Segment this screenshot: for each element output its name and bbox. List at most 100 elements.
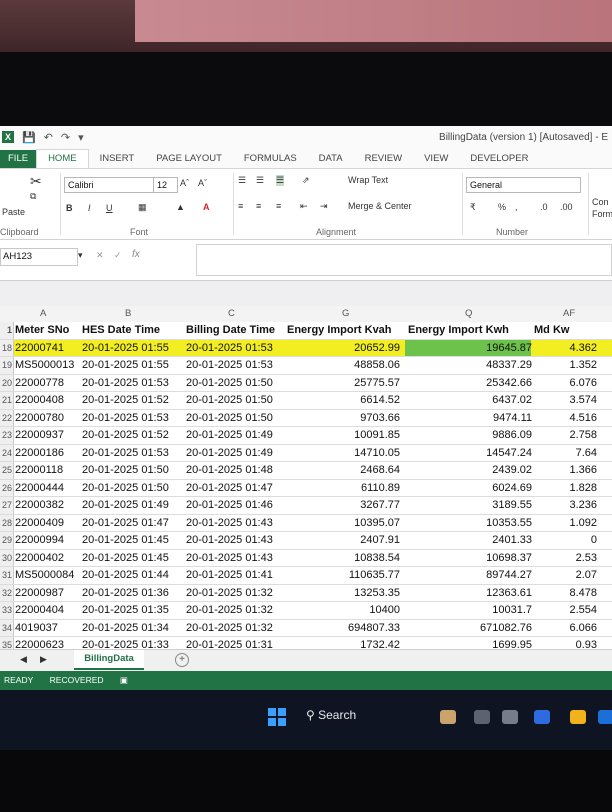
cell-md-kw[interactable]: 4.516 bbox=[569, 410, 597, 427]
cell-billing-date-time[interactable]: 20-01-2025 01:43 bbox=[186, 550, 273, 567]
tab-home[interactable]: HOME bbox=[36, 149, 89, 168]
row-number[interactable]: 22 bbox=[0, 409, 14, 426]
row-number[interactable]: 33 bbox=[0, 602, 14, 619]
paste-button[interactable]: Paste bbox=[2, 207, 25, 217]
comma-style-icon[interactable]: , bbox=[515, 202, 518, 212]
cell-energy-import-kvah[interactable]: 110635.77 bbox=[349, 567, 400, 584]
tab-file[interactable]: FILE bbox=[0, 150, 37, 168]
cell-billing-date-time[interactable]: 20-01-2025 01:50 bbox=[186, 392, 273, 409]
cell-energy-import-kvah[interactable]: 48858.06 bbox=[354, 357, 400, 374]
cell-meter-sno[interactable]: 22000444 bbox=[15, 480, 64, 497]
align-bottom-icon[interactable]: ☰ bbox=[276, 175, 285, 186]
cell-hes-date-time[interactable]: 20-01-2025 01:52 bbox=[82, 392, 169, 409]
cell-energy-import-kwh[interactable]: 9474.11 bbox=[493, 410, 532, 427]
cell-meter-sno[interactable]: 22000382 bbox=[15, 497, 64, 514]
tab-page-layout[interactable]: PAGE LAYOUT bbox=[145, 150, 233, 168]
redo-icon[interactable]: ↷ bbox=[61, 131, 70, 144]
cell-billing-date-time[interactable]: 20-01-2025 01:49 bbox=[186, 445, 273, 462]
insert-function-icon[interactable]: fx bbox=[132, 249, 140, 260]
fill-color-icon[interactable]: ▲ bbox=[176, 202, 185, 212]
cancel-icon[interactable]: ✕ bbox=[96, 250, 104, 261]
column-header-af[interactable]: AF bbox=[563, 308, 575, 319]
cell-energy-import-kwh[interactable]: 25342.66 bbox=[486, 375, 532, 392]
cell-energy-import-kvah[interactable]: 6110.89 bbox=[361, 480, 400, 497]
cell-billing-date-time[interactable]: 20-01-2025 01:43 bbox=[186, 532, 273, 549]
decrease-indent-icon[interactable]: ⇤ bbox=[300, 201, 308, 212]
cut-icon[interactable]: ✂ bbox=[30, 173, 42, 190]
cell-billing-date-time[interactable]: 20-01-2025 01:32 bbox=[186, 585, 273, 602]
cell-energy-import-kvah[interactable]: 9703.66 bbox=[360, 410, 400, 427]
cell-energy-import-kvah[interactable]: 10838.54 bbox=[354, 550, 400, 567]
cell-energy-import-kwh[interactable]: 2439.02 bbox=[492, 462, 532, 479]
add-sheet-icon[interactable]: + bbox=[175, 653, 189, 667]
tab-insert[interactable]: INSERT bbox=[89, 150, 146, 168]
header-energy-import-kvah[interactable]: Energy Import Kvah bbox=[287, 322, 392, 339]
row-number[interactable]: 32 bbox=[0, 584, 14, 601]
row-number[interactable]: 34 bbox=[0, 619, 14, 636]
underline-button[interactable]: U bbox=[106, 203, 113, 213]
cell-billing-date-time[interactable]: 20-01-2025 01:46 bbox=[186, 497, 273, 514]
italic-button[interactable]: I bbox=[88, 203, 91, 213]
header-meter-sno[interactable]: Meter SNo bbox=[15, 322, 69, 339]
edge-icon[interactable] bbox=[598, 710, 612, 724]
cell-energy-import-kwh[interactable]: 89744.27 bbox=[486, 567, 532, 584]
increase-decimal-icon[interactable]: .0 bbox=[540, 202, 548, 212]
cell-md-kw[interactable]: 8.478 bbox=[569, 585, 597, 602]
cell-energy-import-kvah[interactable]: 14710.05 bbox=[354, 445, 400, 462]
column-header-a[interactable]: A bbox=[40, 308, 46, 319]
shrink-font-icon[interactable]: Aˇ bbox=[198, 178, 207, 188]
cell-energy-import-kwh[interactable]: 2401.33 bbox=[492, 532, 532, 549]
macro-recording-icon[interactable]: ▣ bbox=[120, 675, 128, 685]
row-number[interactable]: 24 bbox=[0, 444, 14, 461]
cell-energy-import-kwh[interactable]: 19645.87 bbox=[486, 340, 532, 357]
cell-hes-date-time[interactable]: 20-01-2025 01:47 bbox=[82, 515, 169, 532]
cell-hes-date-time[interactable]: 20-01-2025 01:53 bbox=[82, 375, 169, 392]
scroll-sheets-right-icon[interactable]: ▶ bbox=[40, 654, 47, 665]
cell-energy-import-kwh[interactable]: 6024.69 bbox=[492, 480, 532, 497]
cell-md-kw[interactable]: 2.53 bbox=[576, 550, 597, 567]
cell-md-kw[interactable]: 1.828 bbox=[569, 480, 597, 497]
tab-developer[interactable]: DEVELOPER bbox=[459, 150, 539, 168]
accounting-format-icon[interactable]: ₹ bbox=[470, 202, 476, 213]
task-view-icon[interactable] bbox=[474, 710, 490, 724]
name-box-dropdown-icon[interactable]: ▾ bbox=[78, 250, 83, 261]
cell-md-kw[interactable]: 3.574 bbox=[569, 392, 597, 409]
taskbar-search[interactable]: ⚲ Search bbox=[306, 708, 356, 722]
font-color-icon[interactable]: A bbox=[203, 202, 210, 212]
bold-button[interactable]: B bbox=[66, 203, 73, 213]
borders-icon[interactable]: ▦ bbox=[138, 202, 147, 213]
row-number[interactable]: 19 bbox=[0, 357, 14, 374]
undo-icon[interactable]: ↶ bbox=[44, 131, 53, 144]
cell-energy-import-kwh[interactable]: 3189.55 bbox=[492, 497, 532, 514]
cell-md-kw[interactable]: 1.366 bbox=[569, 462, 597, 479]
cell-md-kw[interactable]: 2.554 bbox=[569, 602, 597, 619]
cell-energy-import-kwh[interactable]: 48337.29 bbox=[486, 357, 532, 374]
enter-icon[interactable]: ✓ bbox=[114, 250, 122, 261]
file-explorer-icon[interactable] bbox=[570, 710, 586, 724]
row-number[interactable]: 31 bbox=[0, 567, 14, 584]
cell-energy-import-kvah[interactable]: 10395.07 bbox=[354, 515, 400, 532]
wrap-text-button[interactable]: Wrap Text bbox=[348, 175, 388, 185]
cell-billing-date-time[interactable]: 20-01-2025 01:48 bbox=[186, 462, 273, 479]
cell-billing-date-time[interactable]: 20-01-2025 01:50 bbox=[186, 375, 273, 392]
conditional-formatting-button[interactable]: Con bbox=[592, 197, 609, 207]
cell-hes-date-time[interactable]: 20-01-2025 01:34 bbox=[82, 620, 169, 637]
row-number[interactable]: 1 bbox=[0, 322, 14, 339]
header-energy-import-kwh[interactable]: Energy Import Kwh bbox=[408, 322, 509, 339]
customize-qat-icon[interactable]: ▾ bbox=[78, 131, 84, 144]
cell-meter-sno[interactable]: 22000994 bbox=[15, 532, 64, 549]
number-format-dropdown[interactable]: General bbox=[466, 177, 581, 193]
column-header-c[interactable]: C bbox=[228, 308, 235, 319]
cell-md-kw[interactable]: 1.352 bbox=[569, 357, 597, 374]
row-number[interactable]: 26 bbox=[0, 479, 14, 496]
tab-formulas[interactable]: FORMULAS bbox=[233, 150, 308, 168]
cell-billing-date-time[interactable]: 20-01-2025 01:53 bbox=[186, 357, 273, 374]
cell-md-kw[interactable]: 0 bbox=[591, 532, 597, 549]
meet-icon[interactable] bbox=[534, 710, 550, 724]
align-center-icon[interactable]: ≡ bbox=[256, 201, 261, 211]
format-as-table-button[interactable]: Form bbox=[592, 209, 612, 219]
cell-meter-sno[interactable]: 22000780 bbox=[15, 410, 64, 427]
align-right-icon[interactable]: ≡ bbox=[276, 201, 281, 211]
merge-center-button[interactable]: Merge & Center bbox=[348, 201, 412, 211]
decrease-decimal-icon[interactable]: .00 bbox=[560, 202, 573, 212]
